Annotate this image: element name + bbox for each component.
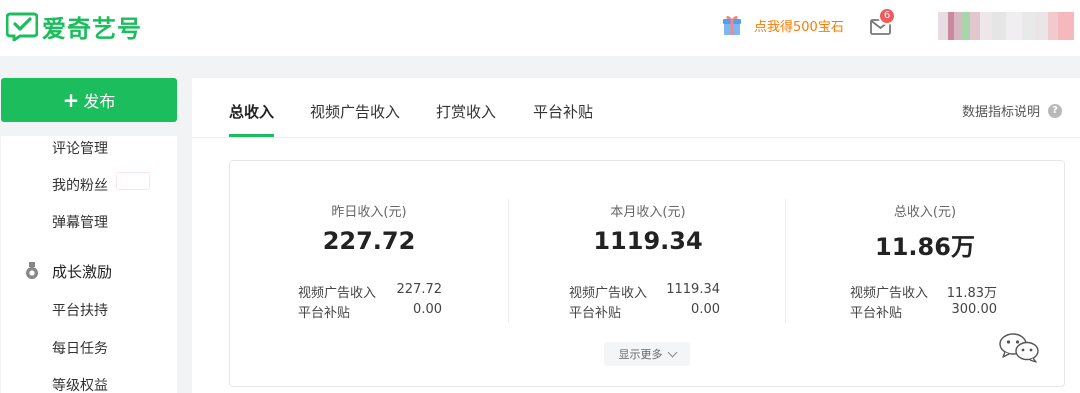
- column-value: 227.72: [322, 227, 416, 255]
- row-value: 11.83万: [946, 286, 997, 301]
- income-summary-card: 昨日收入(元) 227.72 视频广告收入 227.72 平台补贴 0.00 本…: [229, 160, 1065, 387]
- tab-tip-income[interactable]: 打赏收入: [436, 101, 496, 122]
- gift-icon: [723, 15, 741, 35]
- row-value: 227.72: [396, 282, 443, 297]
- column-divider: [785, 199, 786, 323]
- row-label: 平台补贴: [850, 306, 903, 321]
- yesterday-income-column: 昨日收入(元) 227.72 视频广告收入 227.72 平台补贴 0.00: [234, 161, 504, 331]
- row-value: 300.00: [951, 302, 998, 317]
- metric-doc-label: 数据指标说明: [962, 105, 1041, 120]
- sidebar-item-level-rights[interactable]: 等级权益: [52, 375, 108, 393]
- column-title: 本月收入(元): [610, 205, 686, 220]
- column-title: 昨日收入(元): [331, 205, 407, 220]
- tab-video-ad-income[interactable]: 视频广告收入: [310, 101, 400, 122]
- sidebar-section-growth[interactable]: 成长激励: [52, 261, 112, 282]
- row-label: 平台补贴: [569, 306, 622, 321]
- row-value: 1119.34: [666, 282, 720, 297]
- sidebar-item-support[interactable]: 平台扶持: [52, 300, 108, 320]
- chevron-down-icon: [667, 347, 677, 357]
- metric-doc-link[interactable]: 数据指标说明 ?: [962, 101, 1063, 120]
- total-income-column: 总收入(元) 11.86万 视频广告收入 11.83万 平台补贴 300.00: [790, 161, 1060, 331]
- logo[interactable]: 爱奇艺号: [6, 10, 142, 43]
- tab-total-income[interactable]: 总收入: [229, 101, 274, 122]
- tabs-divider: [192, 137, 1080, 138]
- gift-text: 点我得500宝石: [754, 19, 844, 35]
- question-icon: ?: [1048, 103, 1063, 118]
- top-bar: 爱奇艺号 点我得500宝石 6: [0, 0, 1080, 56]
- checkbox-chat-icon: [6, 12, 38, 41]
- show-more-label: 显示更多: [618, 348, 663, 361]
- show-more-button[interactable]: 显示更多: [604, 342, 690, 366]
- row-value: 0.00: [413, 302, 442, 317]
- medal-icon: [26, 262, 38, 279]
- publish-button[interactable]: + 发布: [1, 78, 177, 122]
- column-value: 11.86万: [875, 233, 975, 261]
- sidebar-item-danmaku[interactable]: 弹幕管理: [52, 212, 108, 232]
- gift-promo[interactable]: 点我得500宝石: [722, 14, 844, 36]
- row-value: 0.00: [691, 302, 720, 317]
- column-value: 1119.34: [593, 227, 703, 255]
- sidebar-item-comments[interactable]: 评论管理: [52, 138, 108, 158]
- user-name-obscured[interactable]: [938, 12, 1074, 40]
- publish-label: 发布: [83, 92, 116, 111]
- wechat-icon: [999, 333, 1039, 363]
- plus-icon: +: [62, 88, 80, 112]
- row-label: 视频广告收入: [569, 286, 648, 301]
- sidebar-item-fans[interactable]: 我的粉丝: [52, 175, 108, 195]
- brand-name: 爱奇艺号: [42, 14, 142, 43]
- notification-badge: 6: [878, 7, 896, 25]
- main-panel: 总收入 视频广告收入 打赏收入 平台补贴 数据指标说明 ? 昨日收入(元) 22…: [192, 78, 1080, 393]
- sidebar-item-daily-tasks[interactable]: 每日任务: [52, 338, 108, 358]
- tab-platform-subsidy[interactable]: 平台补贴: [533, 101, 593, 122]
- column-title: 总收入(元): [893, 205, 957, 220]
- fans-badge: [116, 172, 150, 190]
- month-income-column: 本月收入(元) 1119.34 视频广告收入 1119.34 平台补贴 0.00: [513, 161, 783, 331]
- column-divider: [508, 199, 509, 323]
- row-label: 平台补贴: [298, 306, 351, 321]
